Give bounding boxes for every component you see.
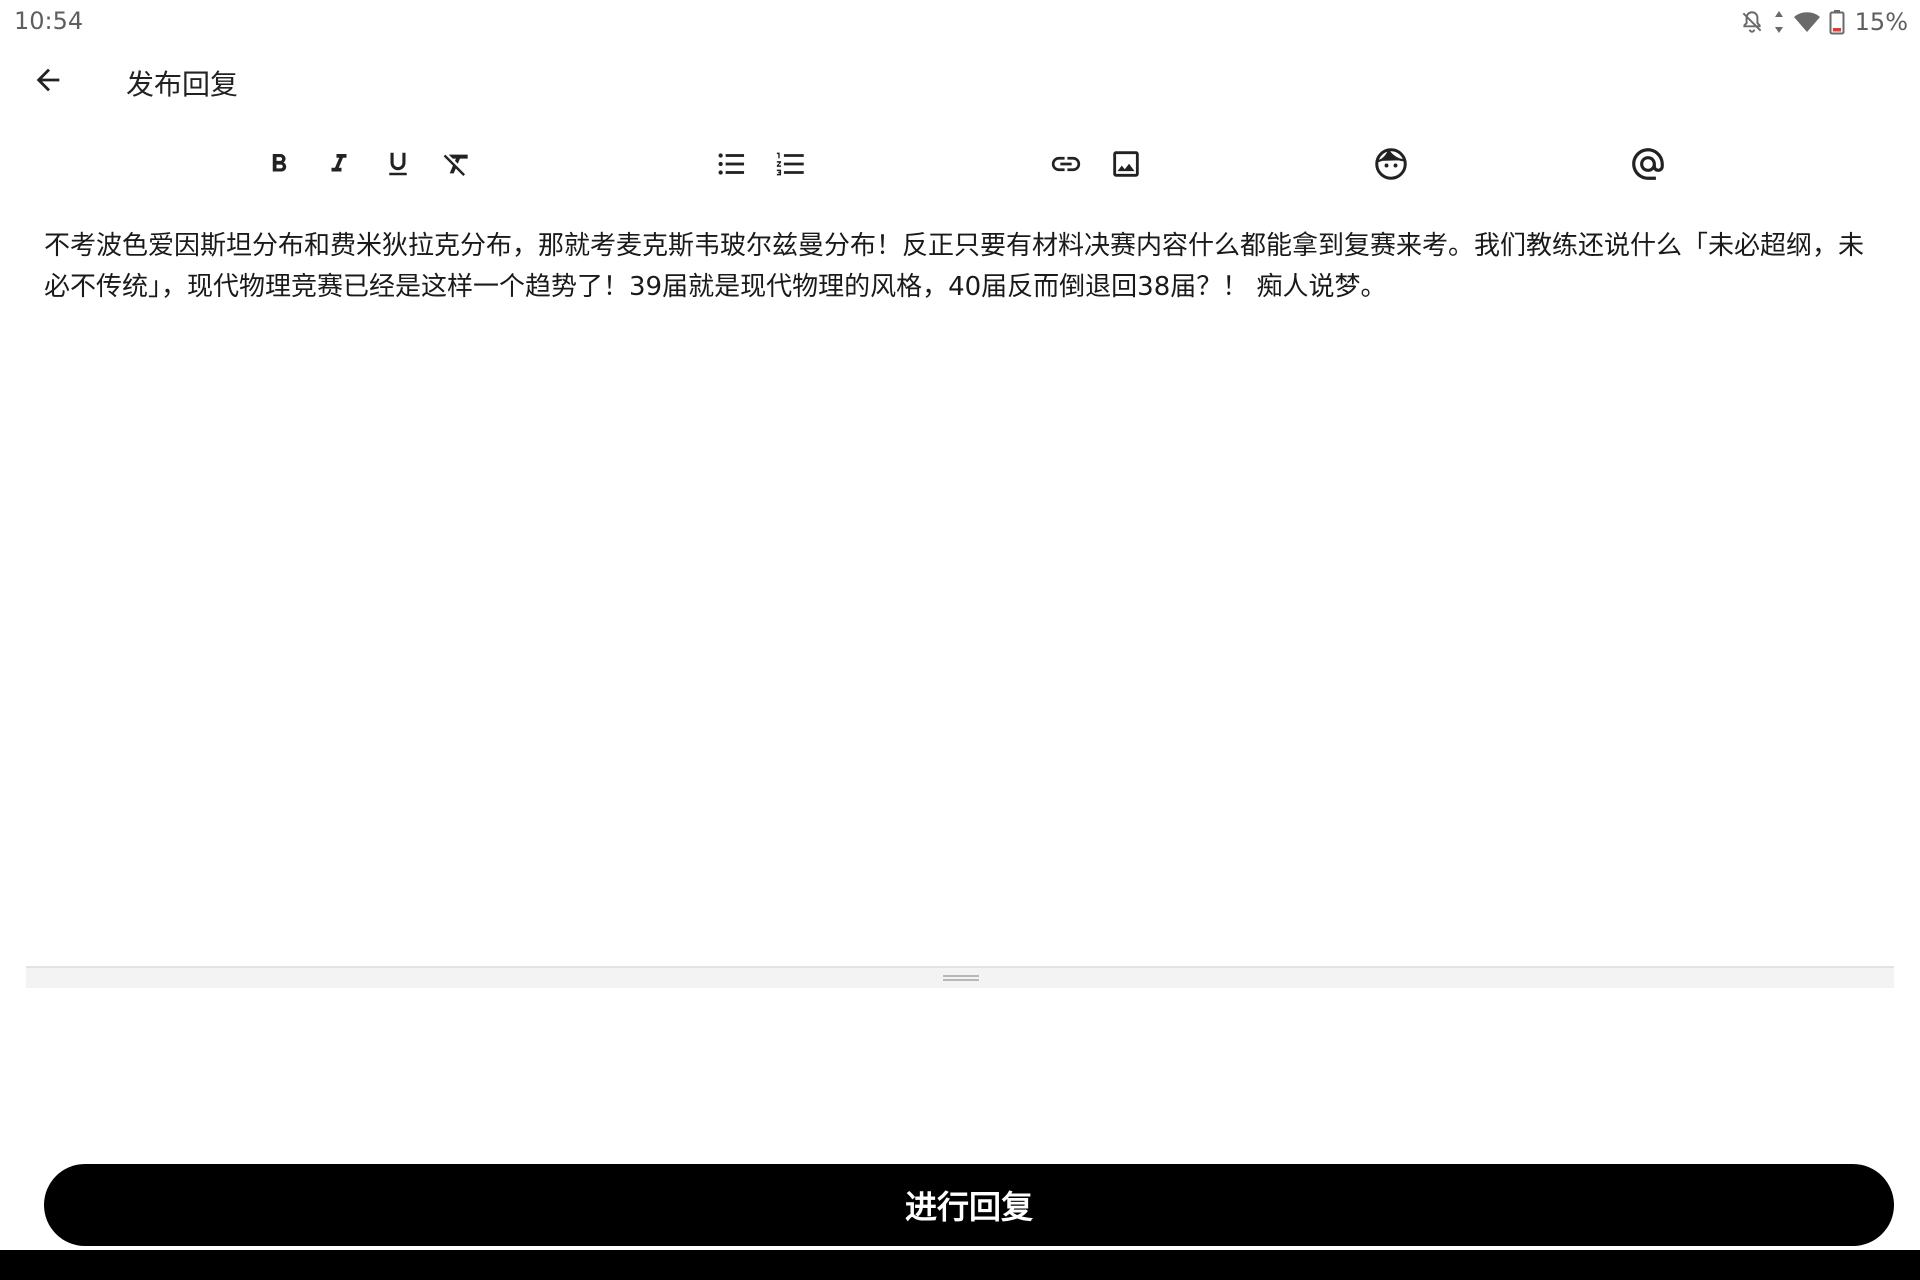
arrow-back-icon [31, 63, 65, 101]
emoji-face-icon [1373, 146, 1409, 182]
numbered-list-button[interactable] [765, 138, 817, 190]
data-arrows-icon [1773, 9, 1785, 35]
numbered-list-icon [774, 147, 808, 181]
status-time: 10:54 [14, 7, 84, 35]
bold-button[interactable] [253, 138, 305, 190]
wifi-icon [1793, 10, 1821, 34]
at-icon [1629, 145, 1667, 183]
page-title: 发布回复 [126, 68, 239, 101]
battery-low-icon [1829, 9, 1845, 35]
underline-icon [383, 149, 413, 179]
link-button[interactable] [1040, 138, 1092, 190]
insert-image-button[interactable] [1100, 138, 1152, 190]
italic-button[interactable] [313, 138, 365, 190]
format-toolbar [0, 138, 1920, 194]
reply-editor[interactable]: 不考波色爱因斯坦分布和费米狄拉克分布，那就考麦克斯韦玻尔兹曼分布！反正只要有材料… [44, 226, 1876, 308]
resize-handle[interactable] [943, 975, 979, 983]
battery-percent: 15% [1854, 8, 1908, 36]
navigation-bar [0, 1250, 1920, 1280]
editor-divider [26, 966, 1894, 988]
clear-format-button[interactable] [431, 138, 483, 190]
italic-icon [324, 149, 354, 179]
link-icon [1049, 147, 1083, 181]
clear-format-icon [441, 148, 473, 180]
notifications-off-icon [1739, 9, 1765, 35]
bulleted-list-icon [715, 147, 749, 181]
submit-reply-button[interactable]: 进行回复 [44, 1164, 1894, 1246]
image-icon [1109, 147, 1143, 181]
bold-icon [264, 149, 294, 179]
emoji-button[interactable] [1365, 138, 1417, 190]
underline-button[interactable] [372, 138, 424, 190]
status-bar: 10:54 15% [0, 0, 1920, 44]
back-button[interactable] [24, 58, 72, 106]
app-bar: 发布回复 [0, 44, 1920, 120]
bulleted-list-button[interactable] [706, 138, 758, 190]
mention-button[interactable] [1622, 138, 1674, 190]
status-icons: 15% [1739, 6, 1908, 38]
